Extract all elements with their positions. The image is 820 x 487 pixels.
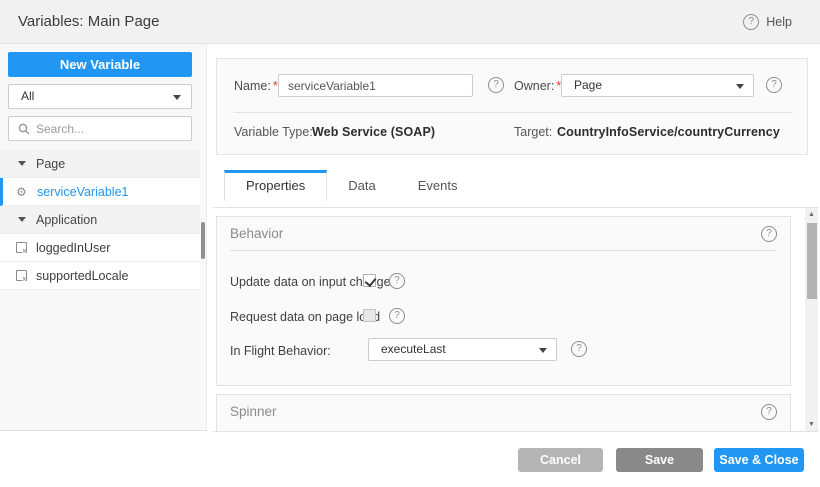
divider bbox=[234, 112, 793, 113]
owner-help-icon[interactable]: ? bbox=[766, 77, 782, 93]
help-icon: ? bbox=[743, 14, 759, 30]
properties-scroll-area: Behavior ? Update data on input change ?… bbox=[213, 207, 818, 432]
tree-item-label: loggedInUser bbox=[36, 241, 110, 255]
request-data-help-icon[interactable]: ? bbox=[389, 308, 405, 324]
content-scrollbar-thumb[interactable] bbox=[807, 223, 817, 299]
static-variable-icon: x bbox=[16, 270, 27, 281]
tab-events[interactable]: Events bbox=[397, 170, 479, 201]
name-help-icon[interactable]: ? bbox=[488, 77, 504, 93]
help-label: Help bbox=[766, 15, 792, 29]
help-button[interactable]: ? Help bbox=[743, 0, 792, 44]
update-data-help-icon[interactable]: ? bbox=[389, 273, 405, 289]
web-service-variable-icon: ⚙ bbox=[16, 186, 29, 198]
variable-editor: Name:* ? Owner:* Page ? Variable Type: W… bbox=[207, 44, 820, 487]
scroll-up-icon[interactable]: ▲ bbox=[805, 208, 818, 221]
tree-item-servicevariable1[interactable]: ⚙ serviceVariable1 bbox=[0, 178, 200, 206]
tree-group-label: Application bbox=[36, 213, 97, 227]
sidebar-scrollbar-thumb[interactable] bbox=[201, 222, 205, 259]
search-icon bbox=[18, 123, 30, 135]
owner-value: Page bbox=[574, 78, 602, 92]
save-button[interactable]: Save bbox=[616, 448, 703, 472]
in-flight-help-icon[interactable]: ? bbox=[571, 341, 587, 357]
behavior-help-icon[interactable]: ? bbox=[761, 226, 777, 242]
collapse-arrow-icon bbox=[18, 217, 26, 222]
tree-group-application[interactable]: Application bbox=[0, 206, 200, 234]
update-data-checkbox[interactable] bbox=[363, 274, 376, 287]
search-input[interactable] bbox=[36, 122, 176, 136]
tree-group-page[interactable]: Page bbox=[0, 150, 200, 178]
variable-summary-panel: Name:* ? Owner:* Page ? Variable Type: W… bbox=[216, 58, 808, 155]
cancel-button[interactable]: Cancel bbox=[518, 448, 603, 472]
target-label: Target: bbox=[514, 125, 552, 139]
divider bbox=[230, 250, 777, 251]
variables-tree: Page ⚙ serviceVariable1 Application x lo… bbox=[0, 150, 200, 290]
variable-filter-select[interactable]: All bbox=[8, 84, 192, 109]
spinner-help-icon[interactable]: ? bbox=[761, 404, 777, 420]
target-value: CountryInfoService/countryCurrency bbox=[557, 125, 780, 139]
in-flight-select[interactable]: executeLast bbox=[368, 338, 557, 361]
owner-label: Owner:* bbox=[514, 79, 561, 93]
save-and-close-button[interactable]: Save & Close bbox=[714, 448, 804, 472]
chevron-down-icon bbox=[736, 84, 744, 89]
tree-item-label: supportedLocale bbox=[36, 269, 128, 283]
variable-type-value: Web Service (SOAP) bbox=[312, 125, 435, 139]
page-title: Variables: Main Page bbox=[18, 0, 159, 44]
in-flight-value: executeLast bbox=[381, 342, 446, 356]
variable-type-label: Variable Type: bbox=[234, 125, 313, 139]
behavior-section: Behavior ? Update data on input change ?… bbox=[216, 216, 791, 386]
in-flight-label: In Flight Behavior: bbox=[230, 344, 331, 358]
divider bbox=[230, 431, 777, 432]
tree-item-supportedlocale[interactable]: x supportedLocale bbox=[0, 262, 200, 290]
tree-group-label: Page bbox=[36, 157, 65, 171]
window-header: Variables: Main Page ? Help bbox=[0, 0, 820, 44]
chevron-down-icon bbox=[539, 348, 547, 353]
content-scrollbar[interactable]: ▲ ▼ bbox=[805, 208, 818, 431]
collapse-arrow-icon bbox=[18, 161, 26, 166]
static-variable-icon: x bbox=[16, 242, 27, 253]
chevron-down-icon bbox=[173, 95, 181, 100]
required-asterisk: * bbox=[273, 79, 278, 93]
variable-filter-value: All bbox=[21, 89, 34, 103]
editor-tabs: Properties Data Events bbox=[224, 170, 478, 201]
request-data-label: Request data on page load bbox=[230, 310, 380, 324]
name-field[interactable] bbox=[278, 74, 473, 97]
tree-item-loggedinuser[interactable]: x loggedInUser bbox=[0, 234, 200, 262]
tab-data[interactable]: Data bbox=[327, 170, 396, 201]
spinner-section: Spinner ? bbox=[216, 394, 791, 432]
request-data-checkbox[interactable] bbox=[363, 309, 376, 322]
search-box[interactable] bbox=[8, 116, 192, 141]
owner-select[interactable]: Page bbox=[561, 74, 754, 97]
tree-item-label: serviceVariable1 bbox=[37, 185, 128, 199]
behavior-section-title: Behavior bbox=[230, 226, 283, 241]
name-label: Name:* bbox=[234, 79, 278, 93]
spinner-section-title: Spinner bbox=[230, 404, 277, 419]
tab-properties[interactable]: Properties bbox=[224, 170, 327, 201]
variables-sidebar: New Variable All Page ⚙ serviceVariable1… bbox=[0, 44, 207, 431]
scroll-down-icon[interactable]: ▼ bbox=[805, 418, 818, 431]
new-variable-button[interactable]: New Variable bbox=[8, 52, 192, 77]
